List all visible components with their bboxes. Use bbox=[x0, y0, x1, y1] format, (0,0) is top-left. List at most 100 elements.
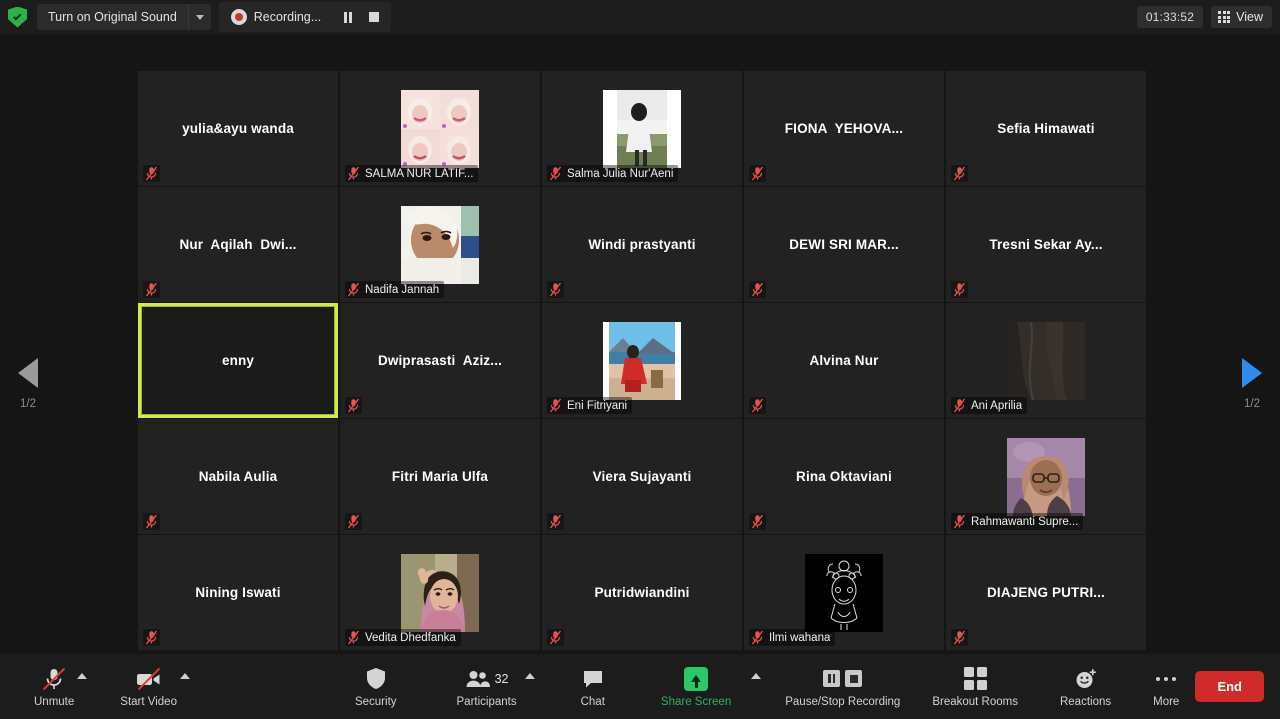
stop-icon[interactable] bbox=[361, 3, 387, 31]
unmute-button[interactable]: Unmute bbox=[30, 659, 88, 715]
participant-name-badge: Vedita Dhedfanka bbox=[345, 629, 461, 646]
microphone-muted-icon bbox=[145, 514, 158, 529]
chevron-up-icon[interactable] bbox=[179, 672, 190, 679]
participant-name: Ilmi wahana bbox=[769, 631, 831, 644]
participant-tile[interactable]: Fitri Maria Ulfa bbox=[340, 419, 540, 534]
meeting-timer: 01:33:52 bbox=[1136, 6, 1204, 28]
participant-mute-badge bbox=[951, 629, 968, 646]
turn-on-original-sound-button[interactable]: Turn on Original Sound bbox=[37, 4, 188, 30]
participants-button[interactable]: 32 Participants bbox=[453, 659, 535, 715]
participant-tile[interactable]: enny bbox=[138, 303, 338, 418]
participant-name: Dwiprasasti Aziz... bbox=[377, 353, 503, 368]
participant-mute-badge bbox=[547, 281, 564, 298]
next-page-control[interactable]: 1/2 bbox=[1224, 358, 1280, 410]
participant-mute-badge bbox=[345, 397, 362, 414]
participant-tile[interactable]: Nining Iswati bbox=[138, 535, 338, 650]
microphone-muted-icon bbox=[347, 630, 360, 645]
participant-tile[interactable]: Sefia Himawati bbox=[946, 71, 1146, 186]
participant-name: SALMA NUR LATIF... bbox=[365, 167, 474, 180]
view-button[interactable]: View bbox=[1211, 6, 1272, 28]
pause-stop-recording-label: Pause/Stop Recording bbox=[785, 695, 901, 708]
microphone-muted-icon bbox=[549, 398, 562, 413]
participant-name-badge: SALMA NUR LATIF... bbox=[345, 165, 479, 182]
participant-video-thumbnail bbox=[401, 89, 479, 168]
participant-tile[interactable]: Windi prastyanti bbox=[542, 187, 742, 302]
record-dot-icon bbox=[230, 9, 247, 25]
microphone-muted-icon bbox=[347, 514, 360, 529]
participant-video-thumbnail bbox=[603, 321, 681, 400]
breakout-rooms-button[interactable]: Breakout Rooms bbox=[928, 659, 1022, 715]
participant-tile[interactable]: Eni Fitriyani bbox=[542, 303, 742, 418]
participant-tile[interactable]: yulia&ayu wanda bbox=[138, 71, 338, 186]
participant-tile[interactable]: SALMA NUR LATIF... bbox=[340, 71, 540, 186]
chevron-down-icon[interactable] bbox=[189, 4, 211, 30]
pause-icon[interactable] bbox=[335, 3, 361, 31]
pause-stop-recording-button[interactable]: Pause/Stop Recording bbox=[781, 659, 904, 715]
chevron-up-icon[interactable] bbox=[77, 672, 88, 679]
participant-name: Fitri Maria Ulfa bbox=[391, 469, 489, 484]
participant-grid: yulia&ayu wanda SALMA NUR LATIF... Salma… bbox=[138, 71, 1146, 650]
microphone-muted-icon bbox=[347, 398, 360, 413]
participant-video-thumbnail bbox=[401, 205, 479, 284]
previous-page-label: 1/2 bbox=[20, 398, 36, 410]
chevron-up-icon[interactable] bbox=[751, 672, 762, 679]
triangle-right-icon[interactable] bbox=[1242, 358, 1262, 388]
participant-video-thumbnail bbox=[401, 553, 479, 632]
microphone-muted-icon bbox=[347, 282, 360, 297]
participant-tile[interactable]: Putridwiandini bbox=[542, 535, 742, 650]
participant-tile[interactable]: FIONA YEHOVA... bbox=[744, 71, 944, 186]
camera-off-icon bbox=[135, 666, 163, 692]
end-meeting-button[interactable]: End bbox=[1195, 671, 1264, 702]
participant-mute-badge bbox=[951, 281, 968, 298]
start-video-button[interactable]: Start Video bbox=[116, 659, 190, 715]
more-button[interactable]: More bbox=[1149, 659, 1183, 715]
participant-tile[interactable]: Ilmi wahana bbox=[744, 535, 944, 650]
start-video-label: Start Video bbox=[120, 695, 177, 708]
participant-name: FIONA YEHOVA... bbox=[784, 121, 904, 136]
participant-mute-badge bbox=[951, 165, 968, 182]
microphone-muted-icon bbox=[953, 166, 966, 181]
participant-name-badge: Salma Julia Nur'Aeni bbox=[547, 165, 679, 182]
participant-tile[interactable]: Rahmawanti Supre... bbox=[946, 419, 1146, 534]
view-button-label: View bbox=[1236, 10, 1263, 24]
previous-page-control[interactable]: 1/2 bbox=[0, 358, 56, 410]
participant-tile[interactable]: Rina Oktaviani bbox=[744, 419, 944, 534]
share-screen-button[interactable]: Share Screen bbox=[657, 659, 762, 715]
participant-tile[interactable]: Dwiprasasti Aziz... bbox=[340, 303, 540, 418]
participant-tile[interactable]: Ani Aprilia bbox=[946, 303, 1146, 418]
participant-tile[interactable]: DIAJENG PUTRI... bbox=[946, 535, 1146, 650]
microphone-muted-icon bbox=[953, 398, 966, 413]
participant-mute-badge bbox=[749, 397, 766, 414]
participant-mute-badge bbox=[143, 165, 160, 182]
participant-mute-badge bbox=[345, 513, 362, 530]
microphone-muted-icon bbox=[549, 166, 562, 181]
pause-icon[interactable] bbox=[823, 670, 841, 687]
participant-tile[interactable]: Viera Sujayanti bbox=[542, 419, 742, 534]
participant-mute-badge bbox=[749, 165, 766, 182]
microphone-muted-icon bbox=[953, 514, 966, 529]
security-button[interactable]: Security bbox=[351, 659, 401, 715]
participant-tile[interactable]: Nadifa Jannah bbox=[340, 187, 540, 302]
triangle-left-icon[interactable] bbox=[18, 358, 38, 388]
participant-tile[interactable]: Tresni Sekar Ay... bbox=[946, 187, 1146, 302]
grid-view-icon bbox=[1218, 11, 1231, 23]
participant-name: Nadifa Jannah bbox=[365, 283, 440, 296]
security-label: Security bbox=[354, 695, 397, 708]
reactions-button[interactable]: Reactions bbox=[1056, 659, 1115, 715]
participant-tile[interactable]: Vedita Dhedfanka bbox=[340, 535, 540, 650]
chat-button[interactable]: Chat bbox=[577, 659, 609, 715]
microphone-muted-icon bbox=[42, 666, 66, 692]
zoom-meeting-window: Turn on Original Sound Recording... 01:3… bbox=[0, 0, 1280, 719]
participant-tile[interactable]: Alvina Nur bbox=[744, 303, 944, 418]
chevron-up-icon[interactable] bbox=[524, 672, 535, 679]
stop-icon[interactable] bbox=[845, 670, 863, 687]
smiley-plus-icon bbox=[1074, 666, 1098, 692]
encryption-shield-icon[interactable] bbox=[8, 6, 27, 28]
microphone-muted-icon bbox=[347, 166, 360, 181]
participant-tile[interactable]: Nur Aqilah Dwi... bbox=[138, 187, 338, 302]
participant-tile[interactable]: DEWI SRI MAR... bbox=[744, 187, 944, 302]
microphone-muted-icon bbox=[751, 630, 764, 645]
participant-tile[interactable]: Nabila Aulia bbox=[138, 419, 338, 534]
participant-tile[interactable]: Salma Julia Nur'Aeni bbox=[542, 71, 742, 186]
participant-name: enny bbox=[221, 353, 255, 368]
